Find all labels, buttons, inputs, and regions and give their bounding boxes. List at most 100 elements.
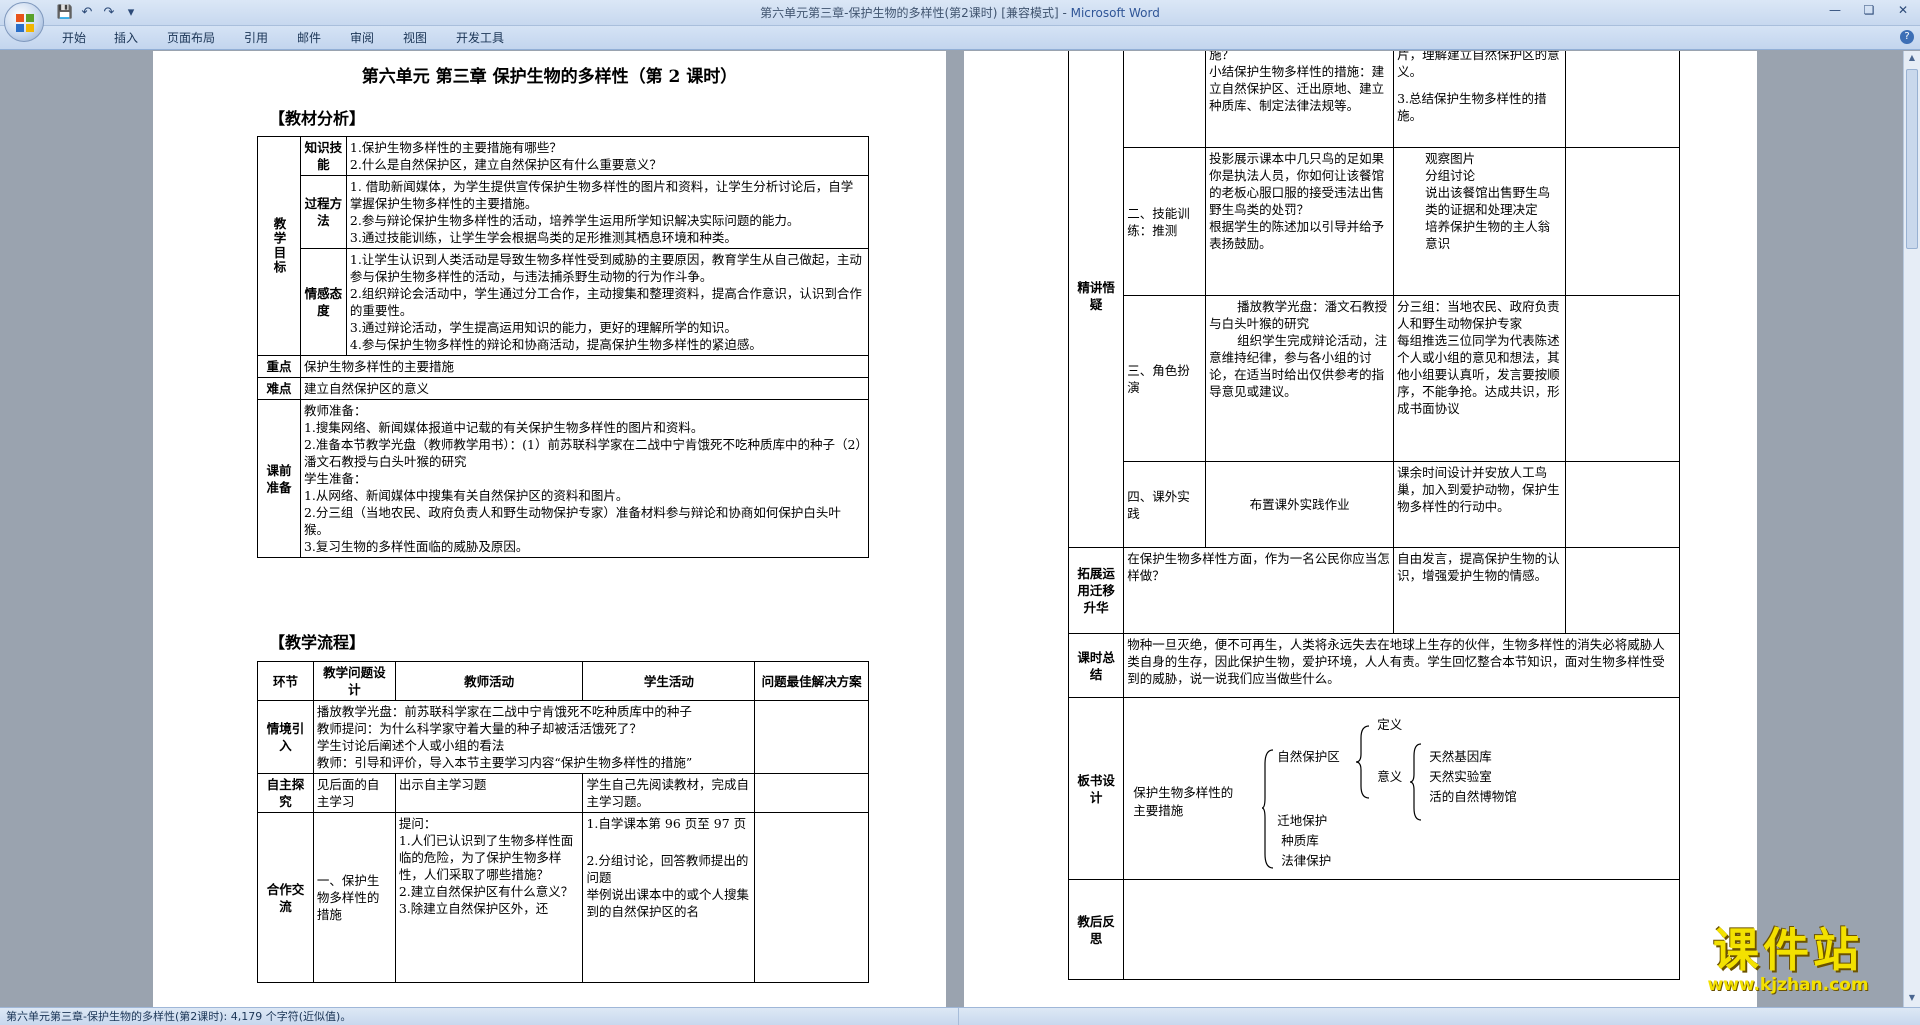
knowledge-cell: 1.保护生物多样性的主要措施有哪些？ 2.什么是自然保护区，建立自然保护区有什么… <box>345 136 870 176</box>
board-cell: 保护生物多样性的主要措施 自然保护区 定义 意义 天然基因库 天然实验室 活的自… <box>1123 697 1680 880</box>
coop-question-cell: 一、保护生物多样性的措施 <box>312 812 396 983</box>
board-other3: 法律保护 <box>1281 852 1332 868</box>
coop-teacher-line: 提问： <box>398 816 437 831</box>
section-heading-analysis: 【教材分析】 <box>269 109 366 128</box>
prep-line: 2.分三组（当地农民、政府负责人和野生动物保护专家）准备材料参与辩论和协商如何保… <box>303 505 841 537</box>
role-teacher-cell: 播放教学光盘：潘文石教授与白头叶猴的研究 组织学生完成辩论活动，注意维持纪律，参… <box>1205 295 1395 462</box>
coop-student-line: 2.分组讨论，回答教师提出的问题 <box>586 853 749 885</box>
board-definition: 定义 <box>1377 716 1403 732</box>
role-solution-cell <box>1565 295 1680 462</box>
summary-cell: 物种一旦灭绝，便不可再生，人类将永远失去在地球上生存的伙伴，生物多样性的消失必将… <box>1123 633 1680 698</box>
coop-teacher-line: 2.建立自然保护区有什么意义？ <box>398 884 574 899</box>
prep-line: 1.搜集网络、新闻媒体报道中记载的有关保护生物多样性的图片和资料。 <box>303 420 704 435</box>
process-line: 3.通过技能训练，让学生学会根据鸟类的足形推测其栖息环境和种类。 <box>349 230 737 245</box>
skill-teacher-line: 根据学生的陈述加以引导并给予表扬鼓励。 <box>1209 219 1385 251</box>
hard-label: 难点 <box>257 377 301 400</box>
flow-header: 学生活动 <box>582 661 756 701</box>
knowledge-line: 1.保护生物多样性的主要措施有哪些？ <box>349 140 562 155</box>
self-teacher-cell: 出示自主学习题 <box>394 773 584 813</box>
intro-cell: 播放教学光盘：前苏联科学家在二战中宁肯饿死不吃种质库中的种子 教师提问：为什么科… <box>312 700 756 774</box>
practice-question-cell: 四、课外实践 <box>1123 461 1207 548</box>
watermark-url: www.kjzhan.com <box>1707 975 1869 995</box>
r1-teacher-line: 施？ <box>1209 51 1235 62</box>
window-title: 第六单元第三章-保护生物的多样性(第2课时) [兼容模式] - Microsof… <box>0 4 1920 21</box>
skill-question-cell: 二、技能训练：推测 <box>1123 147 1207 296</box>
process-line: 1. 借助新闻媒体，为学生提供宣传保护生物多样性的图片和资料，让学生分析讨论后，… <box>349 179 854 211</box>
emotion-line: 4.参与保护生物多样性的辩论和协商活动，提高保护生物多样性的紧迫感。 <box>349 337 762 352</box>
role-teacher-line: 组织学生完成辩论活动，注意维持纪律，参与各小组的讨论，在适当时给出仅供参考的指导… <box>1209 333 1388 399</box>
emotion-label: 情感态度 <box>299 248 347 356</box>
board-other2: 种质库 <box>1281 832 1319 848</box>
board-root: 保护生物多样性的主要措施 <box>1133 784 1234 818</box>
r1-teacher-line: 小结保护生物多样性的措施：建立自然保护区、迁出原地、建立种质库、制定法律法规等。 <box>1209 64 1385 113</box>
r1-question-cell <box>1123 51 1207 148</box>
window-title-text: 第六单元第三章-保护生物的多样性(第2课时) [兼容模式] - <box>760 6 1071 20</box>
board-diagram: 保护生物多样性的主要措施 自然保护区 定义 意义 天然基因库 天然实验室 活的自… <box>1127 704 1667 874</box>
tab-references[interactable]: 引用 <box>244 29 268 46</box>
tab-view[interactable]: 视图 <box>403 29 427 46</box>
board-label: 板书设计 <box>1067 697 1125 880</box>
status-separator <box>958 1008 959 1025</box>
summary-label: 课时总结 <box>1067 633 1125 698</box>
process-cell: 1. 借助新闻媒体，为学生提供宣传保护生物多样性的图片和资料，让学生分析讨论后，… <box>345 175 870 249</box>
emotion-line: 2.组织辩论会活动中，学生通过分工合作，主动搜集和整理资料，提高合作意识，认识到… <box>349 286 862 318</box>
analysis-table: 教学目标 知识技能 1.保护生物多样性的主要措施有哪些？ 2.什么是自然保护区，… <box>257 136 870 558</box>
r1-student-line: 片，理解建立自然保护区的意义。 <box>1397 51 1560 79</box>
coop-student-line: 1.自学课本第 96 页至 97 页 <box>586 816 747 831</box>
key-label: 重点 <box>257 355 301 378</box>
coop-label: 合作交流 <box>257 812 314 983</box>
board-m3: 活的自然博物馆 <box>1429 788 1517 804</box>
skill-student-line: 观察图片 <box>1425 151 1476 166</box>
role-student-cell: 分三组：当地农民、政府负责人和野生动物保护专家 每组推选三位同学为代表陈述个人或… <box>1393 295 1567 462</box>
window-controls: — ❏ ✕ <box>1818 0 1920 20</box>
intro-line: 学生讨论后阐述个人或小组的看法 <box>316 738 505 753</box>
self-label: 自主探究 <box>257 773 314 813</box>
tab-mailings[interactable]: 邮件 <box>297 29 321 46</box>
skill-solution-cell <box>1565 147 1680 296</box>
document-workspace: 第六单元 第三章 保护生物的多样性（第 2 课时） 【教材分析】 教学目标 知识… <box>0 51 1920 1007</box>
tab-developer[interactable]: 开发工具 <box>456 29 504 46</box>
goal-label: 教学目标 <box>257 136 301 356</box>
skill-teacher-cell: 投影展示课本中几只鸟的足如果你是执法人员，你如何让该餐馆的老板心服口服的接受违法… <box>1205 147 1395 296</box>
skill-student-line: 分组讨论 <box>1425 168 1476 183</box>
tab-page-layout[interactable]: 页面布局 <box>167 29 215 46</box>
emotion-line: 1.让学生认识到人类活动是导致生物多样性受到威胁的主要原因，教育学生从自己做起，… <box>349 252 862 284</box>
prep-line: 3.复习生物的多样性面临的威胁及原因。 <box>303 539 529 554</box>
close-icon[interactable]: ✕ <box>1886 0 1920 20</box>
r1-student-line: 3.总结保护生物多样性的措施。 <box>1397 91 1547 123</box>
vertical-scrollbar[interactable]: ▲ ▼ <box>1903 51 1920 1007</box>
help-icon[interactable]: ? <box>1900 30 1914 44</box>
extend-solution-cell <box>1565 547 1680 634</box>
practice-solution-cell <box>1565 461 1680 548</box>
coop-solution-cell <box>754 812 869 983</box>
board-reserve: 自然保护区 <box>1277 748 1340 764</box>
coop-student-line: 举例说出课本中的或个人搜集到的自然保护区的名 <box>586 887 749 919</box>
prep-line: 2.准备本节教学光盘（教师教学用书）：(1）前苏联科学家在二战中宁肯饿死不吃种质… <box>303 437 862 469</box>
r1-teacher-cell: 施？ 小结保护生物多样性的措施：建立自然保护区、迁出原地、建立种质库、制定法律法… <box>1205 51 1395 148</box>
board-m1: 天然基因库 <box>1429 748 1492 764</box>
scroll-up-icon[interactable]: ▲ <box>1906 53 1918 65</box>
self-question-cell: 见后面的自主学习 <box>312 773 396 813</box>
board-other1: 迁地保护 <box>1277 812 1328 828</box>
restore-icon[interactable]: ❏ <box>1852 0 1886 20</box>
scroll-thumb[interactable] <box>1906 69 1918 249</box>
title-bar: 💾 ↶ ↷ ▾ 第六单元第三章-保护生物的多样性(第2课时) [兼容模式] - … <box>0 0 1920 26</box>
tab-review[interactable]: 审阅 <box>350 29 374 46</box>
prep-line: 学生准备： <box>303 471 367 486</box>
app-name: Microsoft Word <box>1070 6 1160 20</box>
tab-insert[interactable]: 插入 <box>114 29 138 46</box>
jingjiang-label: 精讲悟疑 <box>1067 51 1125 548</box>
tab-home[interactable]: 开始 <box>62 29 86 46</box>
intro-line: 播放教学光盘：前苏联科学家在二战中宁肯饿死不吃种质库中的种子 <box>316 704 692 719</box>
intro-solution-cell <box>754 700 869 774</box>
minimize-icon[interactable]: — <box>1818 0 1852 20</box>
prep-label: 课前准备 <box>257 399 301 558</box>
practice-student-cell: 课余时间设计并安放人工鸟巢，加入到爱护动物，保护生物多样性的行动中。 <box>1393 461 1567 548</box>
office-button[interactable] <box>4 2 44 42</box>
prep-line: 1.从网络、新闻媒体中搜集有关自然保护区的资料和图片。 <box>303 488 629 503</box>
practice-teacher-cell: 布置课外实践作业 <box>1205 461 1395 548</box>
r1-solution-cell <box>1565 51 1680 148</box>
section-heading-flow: 【教学流程】 <box>269 633 366 652</box>
office-logo-icon <box>16 14 34 32</box>
document-page-1: 第六单元 第三章 保护生物的多样性（第 2 课时） 【教材分析】 教学目标 知识… <box>153 51 946 1007</box>
